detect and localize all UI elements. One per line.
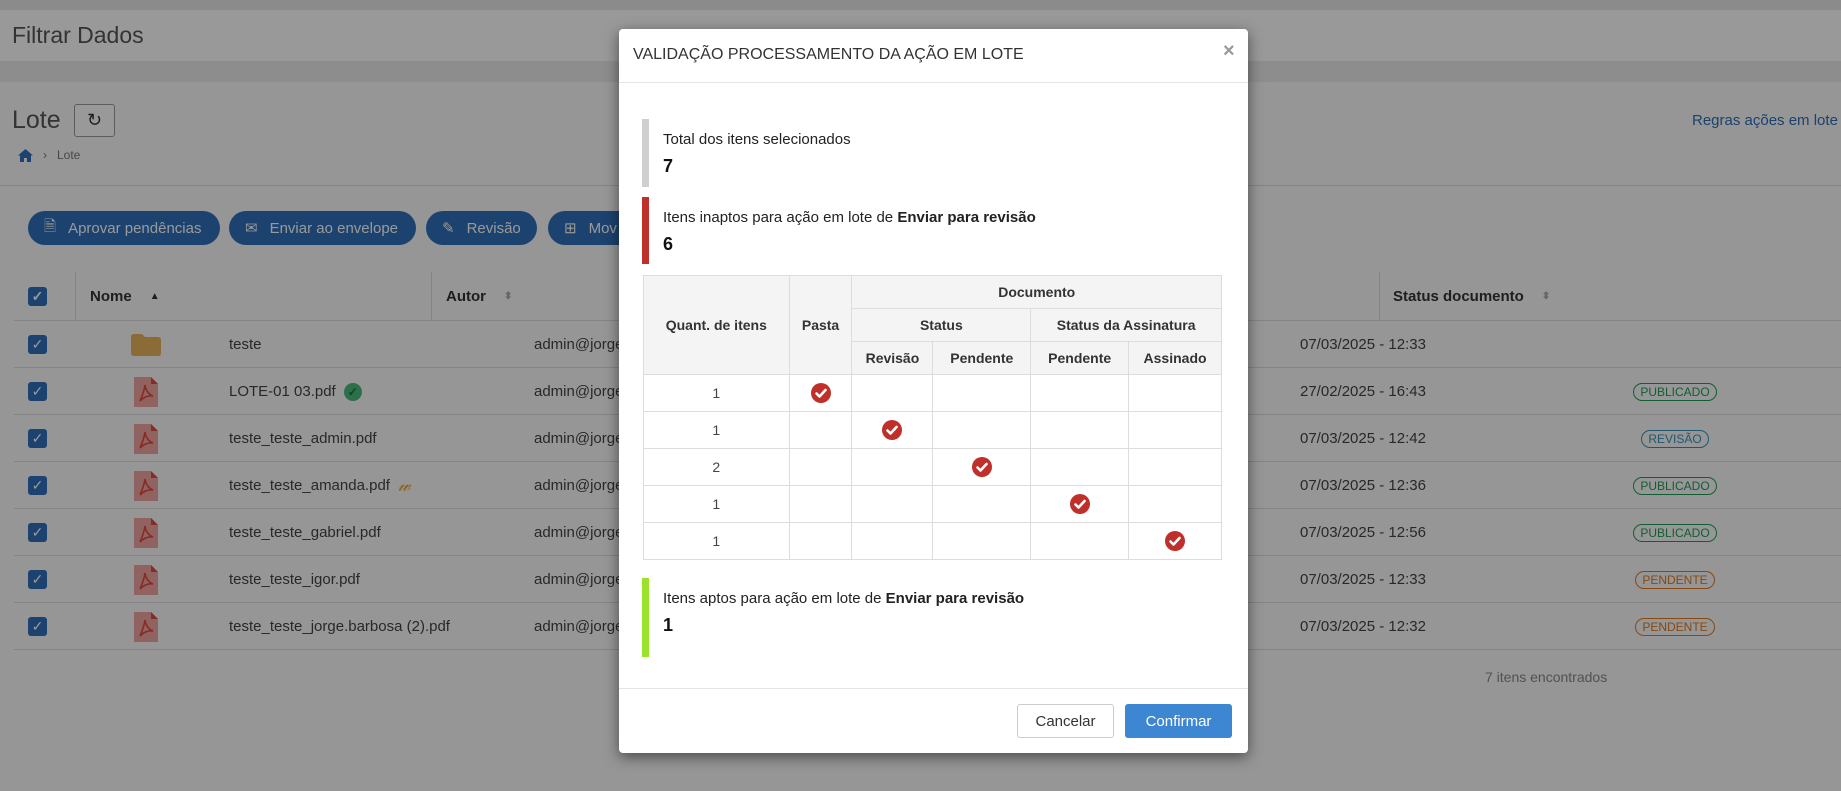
ineligible-label: Itens inaptos para ação em lote de [663,209,898,226]
header-signature-status: Status da Assinatura [1030,308,1222,342]
ineligible-action: Enviar para revisão [897,209,1036,226]
header-status: Status [851,308,1032,342]
flag-cell [851,374,934,412]
header-revision: Revisão [851,341,934,375]
flag-cell [932,522,1032,560]
flag-cell [932,374,1032,412]
validation-row: 1 [643,522,1222,560]
check-circle-icon [1165,531,1186,551]
flag-cell [851,411,934,449]
total-label: Total dos itens selecionados [663,131,851,148]
flag-cell [1128,374,1222,412]
flag-cell [1030,448,1130,486]
ineligible-value: 6 [663,234,674,254]
flag-cell [788,374,853,412]
check-circle-icon [971,457,992,477]
modal-footer-divider [619,688,1248,689]
validation-row: 1 [643,485,1222,523]
flag-cell [932,411,1032,449]
flag-cell [1030,485,1130,523]
total-selected-block: Total dos itens selecionados 7 [642,119,851,187]
flag-cell [851,485,934,523]
flag-cell [788,485,853,523]
modal-title: VALIDAÇÃO PROCESSAMENTO DA AÇÃO EM LOTE [633,46,1024,63]
validation-row: 1 [643,374,1222,412]
flag-cell [932,485,1032,523]
flag-cell [932,448,1032,486]
flag-cell [1128,485,1222,523]
eligible-label: Itens aptos para ação em lote de [663,590,886,607]
flag-cell [1128,411,1222,449]
header-signed: Assinado [1128,341,1222,375]
check-circle-icon [882,420,903,440]
qty-cell: 1 [643,485,790,523]
batch-validation-modal: VALIDAÇÃO PROCESSAMENTO DA AÇÃO EM LOTE … [619,29,1248,753]
header-qty: Quant. de itens [643,275,790,375]
header-document: Documento [851,275,1222,309]
header-signature-pending: Pendente [1030,341,1130,375]
flag-cell [1128,522,1222,560]
qty-cell: 2 [643,448,790,486]
flag-cell [851,522,934,560]
confirm-button[interactable]: Confirmar [1125,704,1232,738]
qty-cell: 1 [643,522,790,560]
flag-cell [1128,448,1222,486]
total-value: 7 [663,156,674,176]
validation-table: Quant. de itens Pasta Documento Status Stat… [643,275,1222,560]
close-icon[interactable]: × [1223,40,1235,63]
eligible-action: Enviar para revisão [885,590,1025,607]
flag-cell [788,522,853,560]
flag-cell [1030,522,1130,560]
check-circle-icon [810,383,831,403]
check-circle-icon [1069,494,1090,514]
flag-cell [1030,411,1130,449]
flag-cell [788,411,853,449]
qty-cell: 1 [643,374,790,412]
cancel-button[interactable]: Cancelar [1017,704,1114,738]
header-folder: Pasta [788,275,853,375]
flag-cell [788,448,853,486]
flag-cell [851,448,934,486]
header-pending: Pendente [932,341,1032,375]
eligible-block: Itens aptos para ação em lote de Enviar … [642,578,1024,657]
qty-cell: 1 [643,411,790,449]
validation-row: 1 [643,411,1222,449]
flag-cell [1030,374,1130,412]
eligible-value: 1 [663,615,674,635]
ineligible-block: Itens inaptos para ação em lote de Envia… [642,197,1036,264]
validation-row: 2 [643,448,1222,486]
